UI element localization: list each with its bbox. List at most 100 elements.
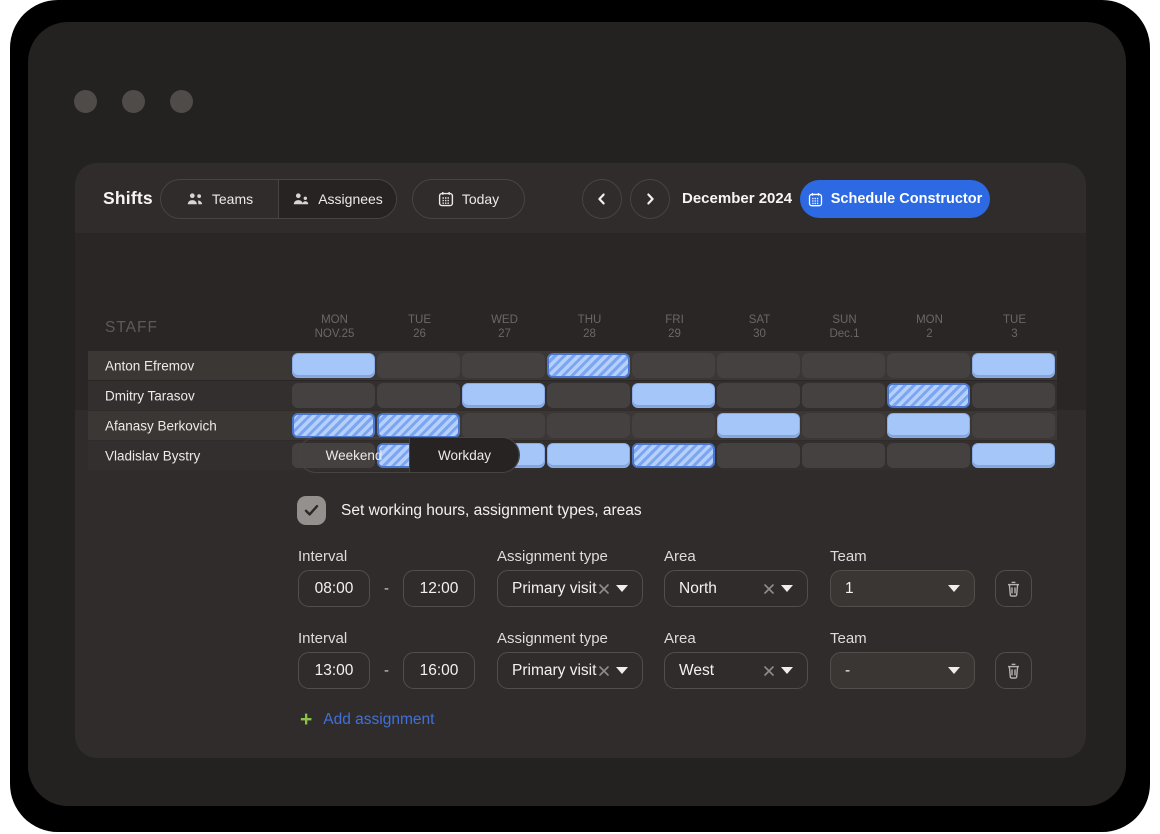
shift-cell[interactable] [972, 443, 1055, 468]
shift-cell[interactable] [377, 353, 460, 378]
assignment-type-label: Assignment type [497, 548, 608, 565]
shift-cell[interactable] [462, 383, 545, 408]
today-button[interactable]: Today [412, 179, 525, 219]
staff-row: Dmitry Tarasov [88, 381, 1057, 410]
interval-to-input[interactable]: 12:00 [403, 570, 475, 607]
team-select[interactable]: - [830, 652, 975, 689]
shift-cell[interactable] [292, 413, 375, 438]
clear-icon[interactable] [762, 664, 776, 678]
period-label: December 2024 [682, 179, 792, 219]
day-header: TUE3 [972, 313, 1057, 341]
day-header-dow: TUE [972, 313, 1057, 327]
shift-cell[interactable] [632, 353, 715, 378]
team-select-value: 1 [845, 580, 948, 598]
area-select[interactable]: West [664, 652, 808, 689]
shift-cell[interactable] [717, 353, 800, 378]
shift-cell[interactable] [887, 353, 970, 378]
shift-cell[interactable] [292, 383, 375, 408]
day-header-date: 28 [547, 327, 632, 341]
clear-icon[interactable] [597, 664, 611, 678]
shift-cell[interactable] [972, 383, 1055, 408]
day-header: THU28 [547, 313, 632, 341]
shift-cell[interactable] [462, 353, 545, 378]
interval-separator: - [374, 652, 399, 689]
settings-checkbox-label: Set working hours, assignment types, are… [341, 502, 642, 520]
day-header: SUNDec.1 [802, 313, 887, 341]
day-header: WED27 [462, 313, 547, 341]
day-header: TUE26 [377, 313, 462, 341]
tab-teams[interactable]: Teams [161, 180, 278, 218]
assignment-type-select[interactable]: Primary visit [497, 652, 643, 689]
shift-cell[interactable] [547, 383, 630, 408]
shift-cell[interactable] [547, 353, 630, 378]
shift-cell[interactable] [717, 413, 800, 438]
shift-cell[interactable] [972, 413, 1055, 438]
assignment-type-select[interactable]: Primary visit [497, 570, 643, 607]
tab-workday-label: Workday [438, 448, 491, 463]
shift-cell[interactable] [887, 443, 970, 468]
shift-cell[interactable] [972, 353, 1055, 378]
staff-name: Afanasy Berkovich [105, 418, 217, 433]
clear-icon[interactable] [762, 582, 776, 596]
app-window: Shifts Teams Assignees [28, 22, 1126, 806]
tab-teams-label: Teams [212, 191, 253, 207]
area-select[interactable]: North [664, 570, 808, 607]
check-icon [304, 504, 319, 517]
shift-cell[interactable] [462, 413, 545, 438]
assignment-type-label: Assignment type [497, 630, 608, 647]
tab-workday[interactable]: Workday [409, 438, 519, 472]
tab-weekend-label: Weekend [326, 448, 383, 463]
day-header-dow: TUE [377, 313, 462, 327]
trash-icon [1006, 581, 1021, 597]
shift-cell[interactable] [292, 353, 375, 378]
shift-cell[interactable] [802, 353, 885, 378]
next-week-button[interactable] [630, 179, 670, 219]
shift-cell[interactable] [887, 383, 970, 408]
area-label: Area [664, 548, 696, 565]
staff-row: Anton Efremov [88, 351, 1057, 380]
window-dot-2[interactable] [122, 90, 145, 113]
page-title: Shifts [103, 188, 153, 209]
tab-assignees[interactable]: Assignees [278, 180, 396, 218]
shift-cell[interactable] [547, 413, 630, 438]
clear-icon[interactable] [597, 582, 611, 596]
interval-from-input[interactable]: 08:00 [298, 570, 370, 607]
schedule-constructor-button[interactable]: Schedule Constructor [800, 180, 990, 218]
chevron-left-icon [595, 192, 609, 206]
staff-name: Vladislav Bystry [105, 448, 200, 463]
tab-weekend[interactable]: Weekend [299, 438, 409, 472]
team-select-value: - [845, 662, 948, 680]
shift-cell[interactable] [377, 413, 460, 438]
tab-assignees-label: Assignees [318, 191, 383, 207]
shift-cell[interactable] [632, 413, 715, 438]
settings-checkbox[interactable] [297, 496, 326, 525]
delete-assignment-button[interactable] [995, 652, 1032, 689]
shift-cell[interactable] [632, 383, 715, 408]
add-assignment-button[interactable]: + Add assignment [300, 710, 434, 730]
shift-cell[interactable] [632, 443, 715, 468]
window-dot-3[interactable] [170, 90, 193, 113]
team-label: Team [830, 548, 867, 565]
window-controls [74, 90, 193, 113]
shift-cell[interactable] [802, 383, 885, 408]
interval-to-input[interactable]: 16:00 [403, 652, 475, 689]
chevron-down-icon [616, 585, 628, 592]
delete-assignment-button[interactable] [995, 570, 1032, 607]
shift-cell[interactable] [547, 443, 630, 468]
shift-cell[interactable] [717, 383, 800, 408]
team-select[interactable]: 1 [830, 570, 975, 607]
day-header-date: NOV.25 [292, 327, 377, 341]
window-dot-1[interactable] [74, 90, 97, 113]
shift-cell[interactable] [887, 413, 970, 438]
calendar-icon [438, 191, 454, 207]
schedule-grid: STAFF MONNOV.25TUE26WED27THU28FRI29SAT30… [75, 233, 1086, 410]
interval-from-input[interactable]: 13:00 [298, 652, 370, 689]
screenshot-root: Shifts Teams Assignees [0, 0, 1160, 834]
shift-cell[interactable] [802, 443, 885, 468]
shift-cell[interactable] [802, 413, 885, 438]
prev-week-button[interactable] [582, 179, 622, 219]
interval-label: Interval [298, 548, 347, 565]
shift-cell[interactable] [717, 443, 800, 468]
shift-cell[interactable] [377, 383, 460, 408]
settings-checkbox-row: Set working hours, assignment types, are… [297, 496, 642, 525]
